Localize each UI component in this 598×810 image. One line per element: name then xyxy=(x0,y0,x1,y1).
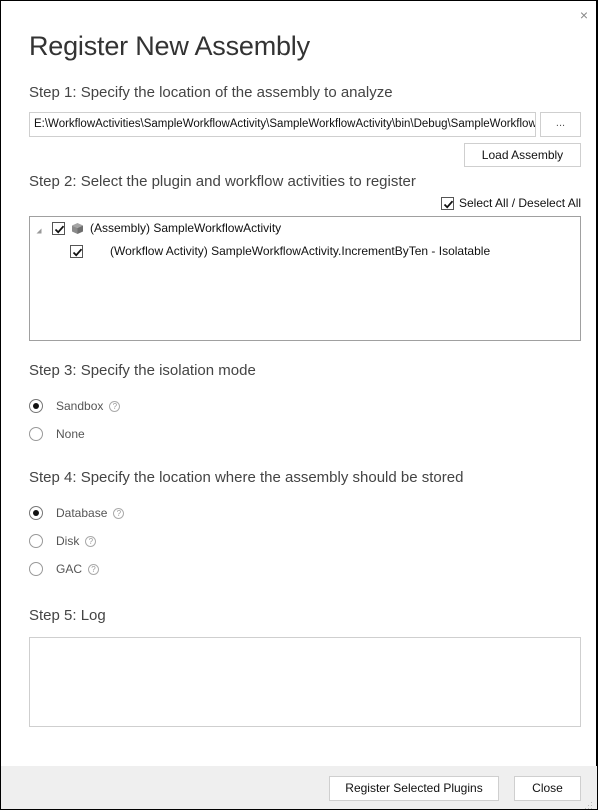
step5-label: Step 5: Log xyxy=(29,607,106,624)
help-icon[interactable]: ? xyxy=(88,563,100,575)
tree-item-assembly[interactable]: (Assembly) SampleWorkflowActivity xyxy=(35,221,281,235)
help-icon[interactable]: ? xyxy=(85,535,97,547)
resize-grip-icon[interactable] xyxy=(585,797,593,809)
log-textbox[interactable] xyxy=(29,637,581,727)
register-assembly-dialog: × Register New Assembly Step 1: Specify … xyxy=(0,0,598,810)
workflow-activity-checkbox[interactable] xyxy=(70,244,83,258)
radio-unselected-icon[interactable] xyxy=(29,562,43,576)
expand-triangle-icon[interactable] xyxy=(35,224,43,234)
page-title: Register New Assembly xyxy=(29,31,310,61)
radio-unselected-icon[interactable] xyxy=(29,534,43,548)
tree-item-label: (Assembly) SampleWorkflowActivity xyxy=(90,221,282,235)
checkbox-checked-icon[interactable] xyxy=(441,196,454,210)
browse-button[interactable]: ... xyxy=(540,112,581,137)
assembly-package-icon xyxy=(71,222,84,235)
assembly-checkbox[interactable] xyxy=(52,221,65,235)
tree-item-workflow-activity[interactable]: (Workflow Activity) SampleWorkflowActivi… xyxy=(70,244,490,258)
dialog-footer xyxy=(1,766,597,809)
tree-item-label: (Workflow Activity) SampleWorkflowActivi… xyxy=(110,244,491,258)
radio-label: GAC xyxy=(56,562,83,576)
close-button[interactable]: Close xyxy=(514,776,581,801)
assembly-path-input[interactable]: E:\WorkflowActivities\SampleWorkflowActi… xyxy=(29,112,536,137)
storage-option-database[interactable]: Database ? xyxy=(29,506,125,520)
radio-label: Sandbox xyxy=(56,399,104,413)
help-icon[interactable]: ? xyxy=(113,507,125,519)
radio-selected-icon[interactable] xyxy=(29,506,43,520)
isolation-option-none[interactable]: None xyxy=(29,427,85,441)
close-icon[interactable]: × xyxy=(580,5,588,25)
isolation-option-sandbox[interactable]: Sandbox ? xyxy=(29,399,121,413)
select-all-label: Select All / Deselect All xyxy=(459,196,582,210)
register-selected-plugins-button[interactable]: Register Selected Plugins xyxy=(329,776,499,801)
radio-label: None xyxy=(56,427,85,441)
step3-label: Step 3: Specify the isolation mode xyxy=(29,362,256,379)
step2-label: Step 2: Select the plugin and workflow a… xyxy=(29,173,416,190)
radio-label: Disk xyxy=(56,534,80,548)
radio-label: Database xyxy=(56,506,108,520)
load-assembly-button[interactable]: Load Assembly xyxy=(464,143,581,167)
step4-label: Step 4: Specify the location where the a… xyxy=(29,469,464,486)
storage-option-disk[interactable]: Disk ? xyxy=(29,534,97,548)
radio-unselected-icon[interactable] xyxy=(29,427,43,441)
select-all-checkbox[interactable]: Select All / Deselect All xyxy=(441,196,581,210)
radio-selected-icon[interactable] xyxy=(29,399,43,413)
storage-option-gac[interactable]: GAC ? xyxy=(29,562,100,576)
plugin-tree: (Assembly) SampleWorkflowActivity (Workf… xyxy=(29,216,581,341)
help-icon[interactable]: ? xyxy=(109,400,121,412)
step1-label: Step 1: Specify the location of the asse… xyxy=(29,84,393,101)
